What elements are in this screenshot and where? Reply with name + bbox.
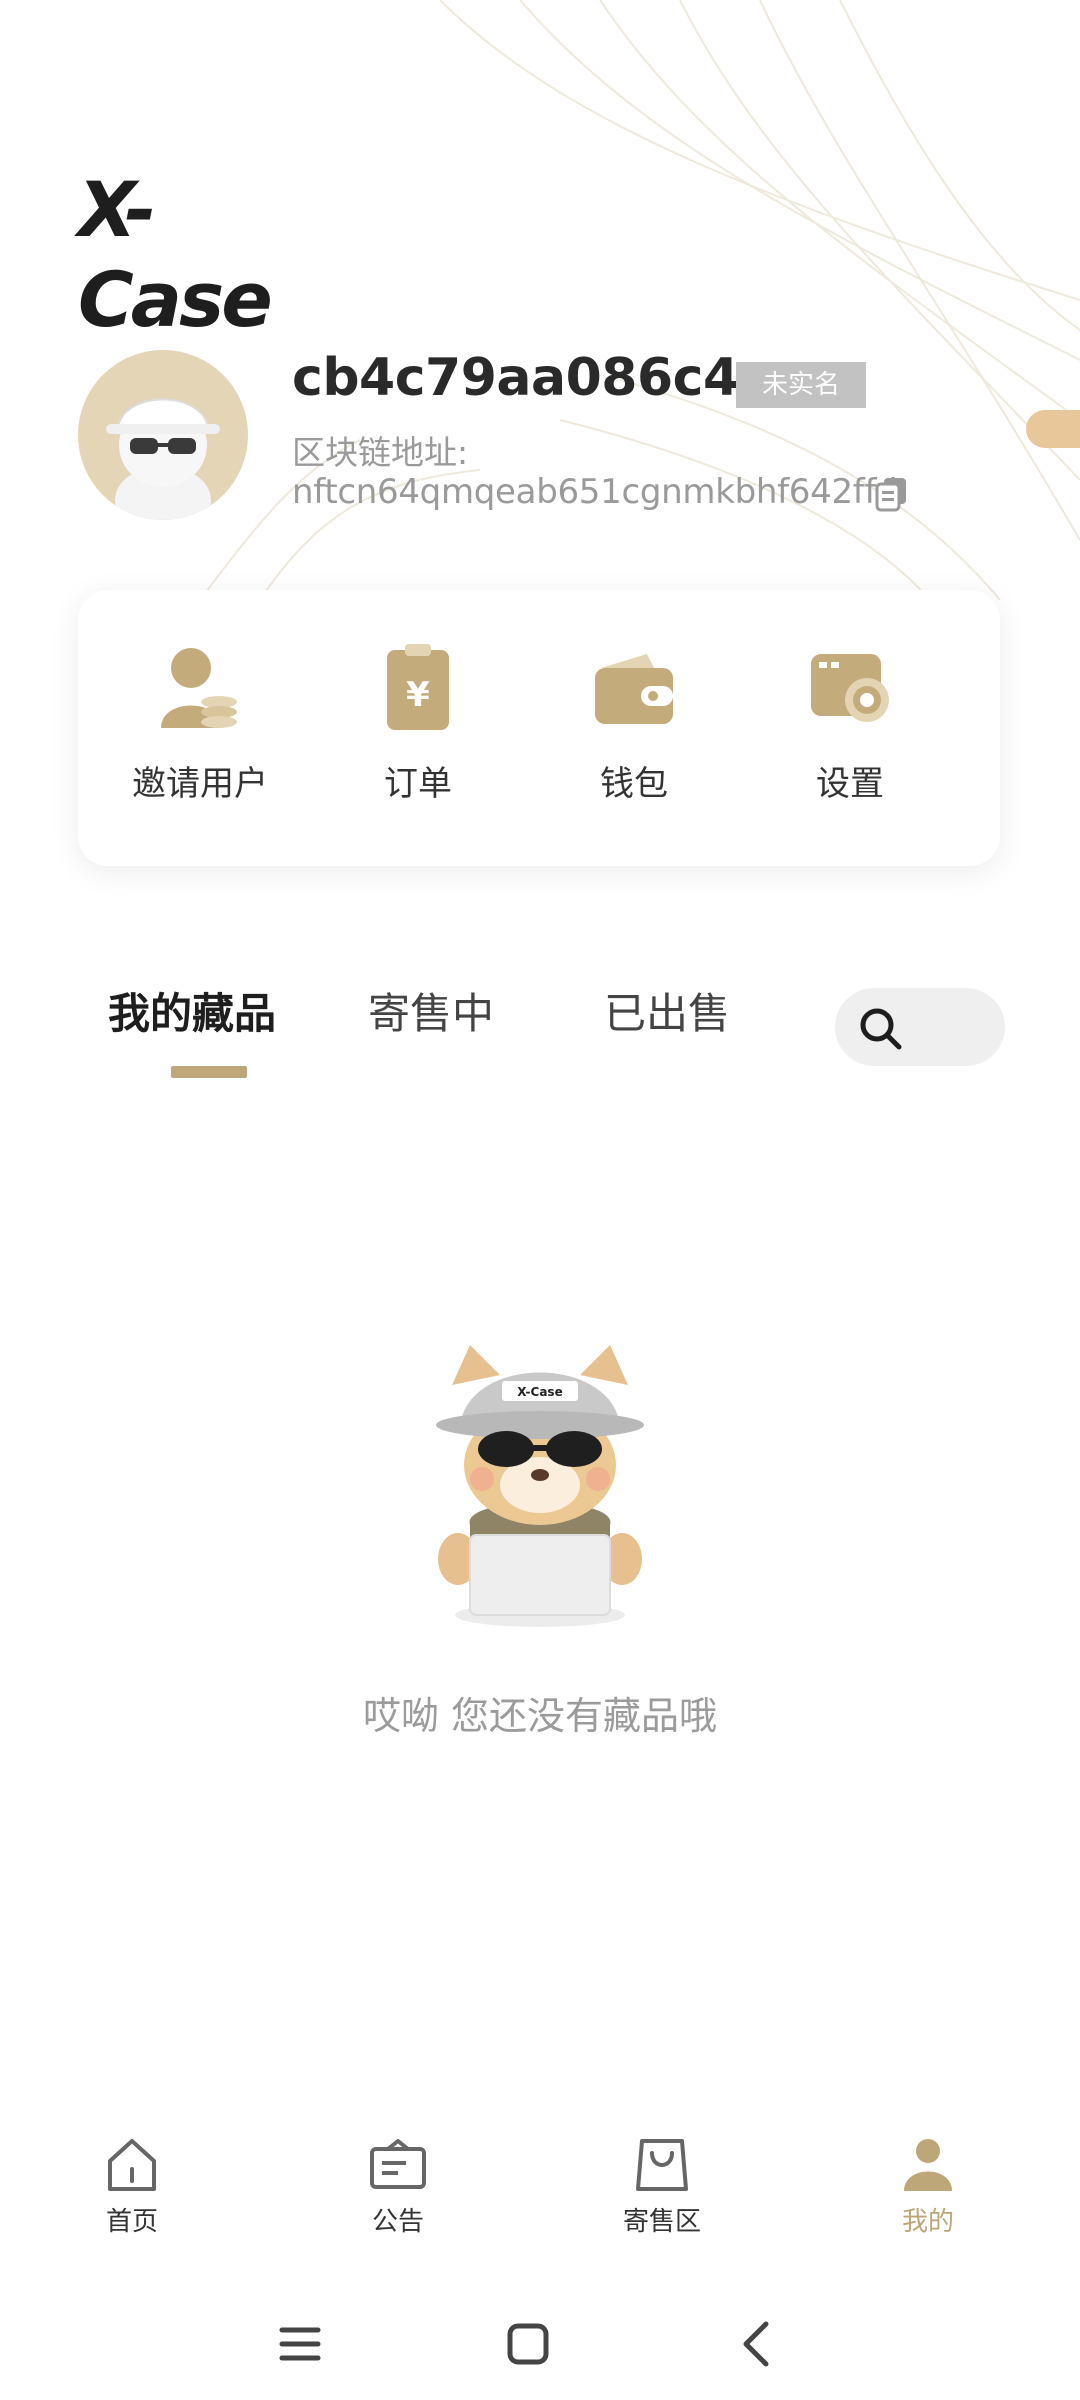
quick-action-settings[interactable]: 设置 [740,640,960,830]
search-icon [860,1008,902,1050]
chain-address-label: 区块链地址: [292,433,469,472]
quick-action-label: 设置 [816,764,884,804]
menu-icon[interactable] [270,2314,330,2374]
avatar-image [78,350,248,520]
quick-action-invite[interactable]: 邀请用户 [90,640,310,830]
bottom-navigation: 首页 公告 寄售区 我的 [0,2110,1080,2250]
system-navigation-bar [0,2290,1080,2400]
nav-label: 寄售区 [622,2207,701,2237]
copy-icon[interactable] [872,474,912,514]
chain-address-value: nftcn64qmqeab651cgnmkbhf642ffd [292,472,898,512]
nav-item-announcement[interactable]: 公告 [318,2135,478,2238]
quick-action-label: 邀请用户 [132,764,268,804]
empty-state-mascot: X-Case [436,1345,644,1627]
tab-my-collection[interactable]: 我的藏品 [108,980,276,1041]
active-tab-indicator [171,1066,247,1078]
username: cb4c79aa086c4… [292,348,791,408]
profile-icon [904,2139,952,2191]
quick-actions-card: 邀请用户 ¥ 订单 钱包 设置 [78,590,1000,866]
avatar[interactable] [78,350,248,520]
tab-sold[interactable]: 已出售 [604,980,730,1041]
home-square-icon[interactable] [498,2314,558,2374]
quick-action-wallet[interactable]: 钱包 [524,640,744,830]
tab-on-sale[interactable]: 寄售中 [368,980,494,1041]
quick-action-label: 订单 [384,764,452,804]
back-icon[interactable] [728,2314,788,2374]
shopping-bag-icon [636,2139,688,2191]
empty-state-message: 哎呦 您还没有藏品哦 [362,1694,718,1738]
kyc-status-badge[interactable]: 未实名 [736,362,866,408]
home-icon [108,2139,156,2191]
nav-item-mine[interactable]: 我的 [848,2135,1008,2238]
svg-text:X-Case: X-Case [517,1385,562,1399]
order-icon: ¥ [387,644,449,730]
floating-tab-handle[interactable] [1026,410,1080,448]
search-button[interactable] [835,988,1005,1066]
svg-text:¥: ¥ [406,675,430,715]
nav-label: 我的 [901,2207,954,2237]
nav-item-home[interactable]: 首页 [52,2135,212,2238]
app-logo: X-Case [78,165,328,344]
invite-user-icon [161,648,237,728]
announcement-icon [370,2139,426,2189]
logo-text: X-Case [78,165,273,344]
quick-action-order[interactable]: ¥ 订单 [308,640,528,830]
wallet-icon [595,654,673,724]
quick-action-label: 钱包 [600,764,668,804]
nav-item-consignment[interactable]: 寄售区 [582,2135,742,2238]
settings-icon [811,654,889,722]
nav-label: 公告 [371,2207,424,2237]
nav-label: 首页 [105,2207,158,2237]
